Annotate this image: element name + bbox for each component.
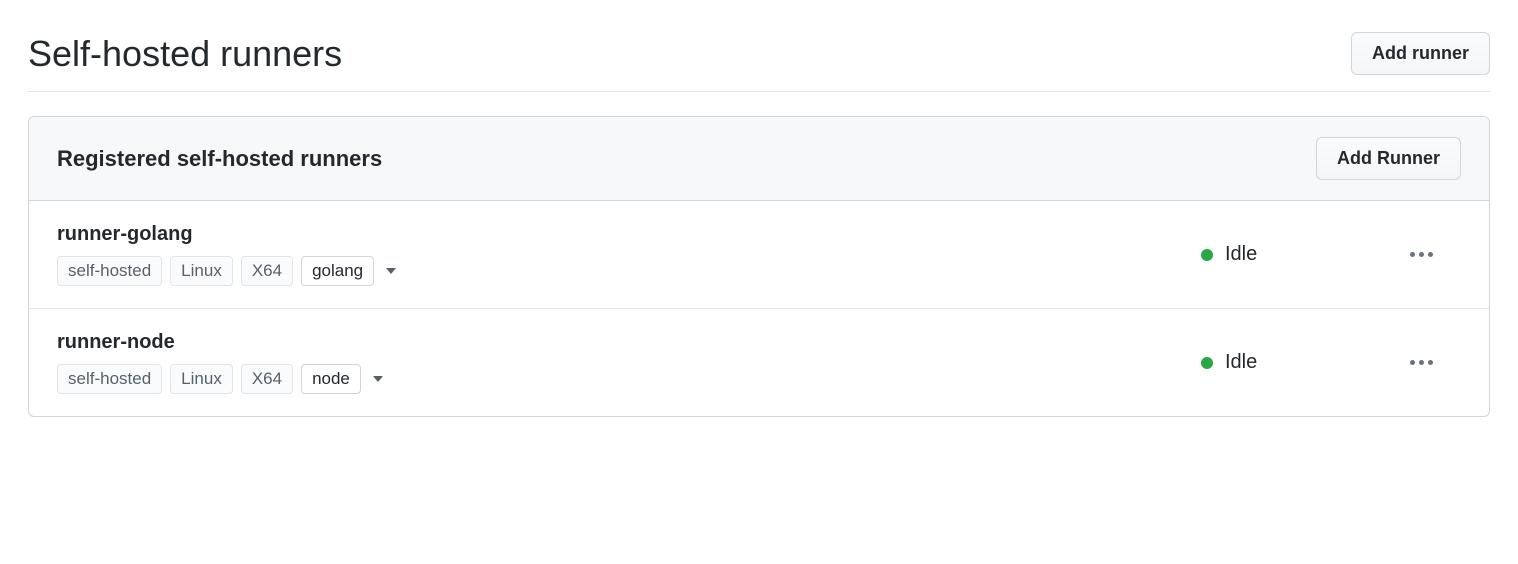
kebab-icon: [1410, 252, 1433, 257]
runner-custom-tag-label: golang: [312, 261, 363, 281]
add-runner-button-panel[interactable]: Add Runner: [1316, 137, 1461, 180]
runner-actions-menu[interactable]: [1381, 252, 1461, 257]
panel-header-title: Registered self-hosted runners: [57, 146, 382, 172]
runner-custom-tag-label: node: [312, 369, 350, 389]
runner-tags: self-hosted Linux X64 node: [57, 364, 1201, 394]
runner-custom-tag-dropdown[interactable]: golang: [301, 256, 374, 286]
runner-tag: self-hosted: [57, 256, 162, 286]
status-text: Idle: [1225, 351, 1257, 374]
runner-tag: X64: [241, 364, 293, 394]
runner-tags: self-hosted Linux X64 golang: [57, 256, 1201, 286]
status-text: Idle: [1225, 243, 1257, 266]
caret-down-icon[interactable]: [373, 376, 383, 382]
page-title: Self-hosted runners: [28, 33, 342, 75]
runner-tag: self-hosted: [57, 364, 162, 394]
runner-row: runner-node self-hosted Linux X64 node I…: [29, 309, 1489, 416]
caret-down-icon[interactable]: [386, 268, 396, 274]
runner-tag: Linux: [170, 364, 233, 394]
runner-tag: Linux: [170, 256, 233, 286]
runners-panel: Registered self-hosted runners Add Runne…: [28, 116, 1490, 417]
runner-row: runner-golang self-hosted Linux X64 gola…: [29, 201, 1489, 309]
page-header: Self-hosted runners Add runner: [28, 32, 1490, 92]
panel-header: Registered self-hosted runners Add Runne…: [29, 117, 1489, 201]
runner-actions-menu[interactable]: [1381, 360, 1461, 365]
runner-main: runner-node self-hosted Linux X64 node: [57, 331, 1201, 394]
status-dot-icon: [1201, 357, 1213, 369]
add-runner-button-top[interactable]: Add runner: [1351, 32, 1490, 75]
runner-name: runner-golang: [57, 223, 1201, 246]
runner-name: runner-node: [57, 331, 1201, 354]
status-dot-icon: [1201, 249, 1213, 261]
runner-custom-tag-dropdown[interactable]: node: [301, 364, 361, 394]
runner-status: Idle: [1201, 351, 1381, 374]
runner-tag: X64: [241, 256, 293, 286]
runner-status: Idle: [1201, 243, 1381, 266]
kebab-icon: [1410, 360, 1433, 365]
runner-main: runner-golang self-hosted Linux X64 gola…: [57, 223, 1201, 286]
